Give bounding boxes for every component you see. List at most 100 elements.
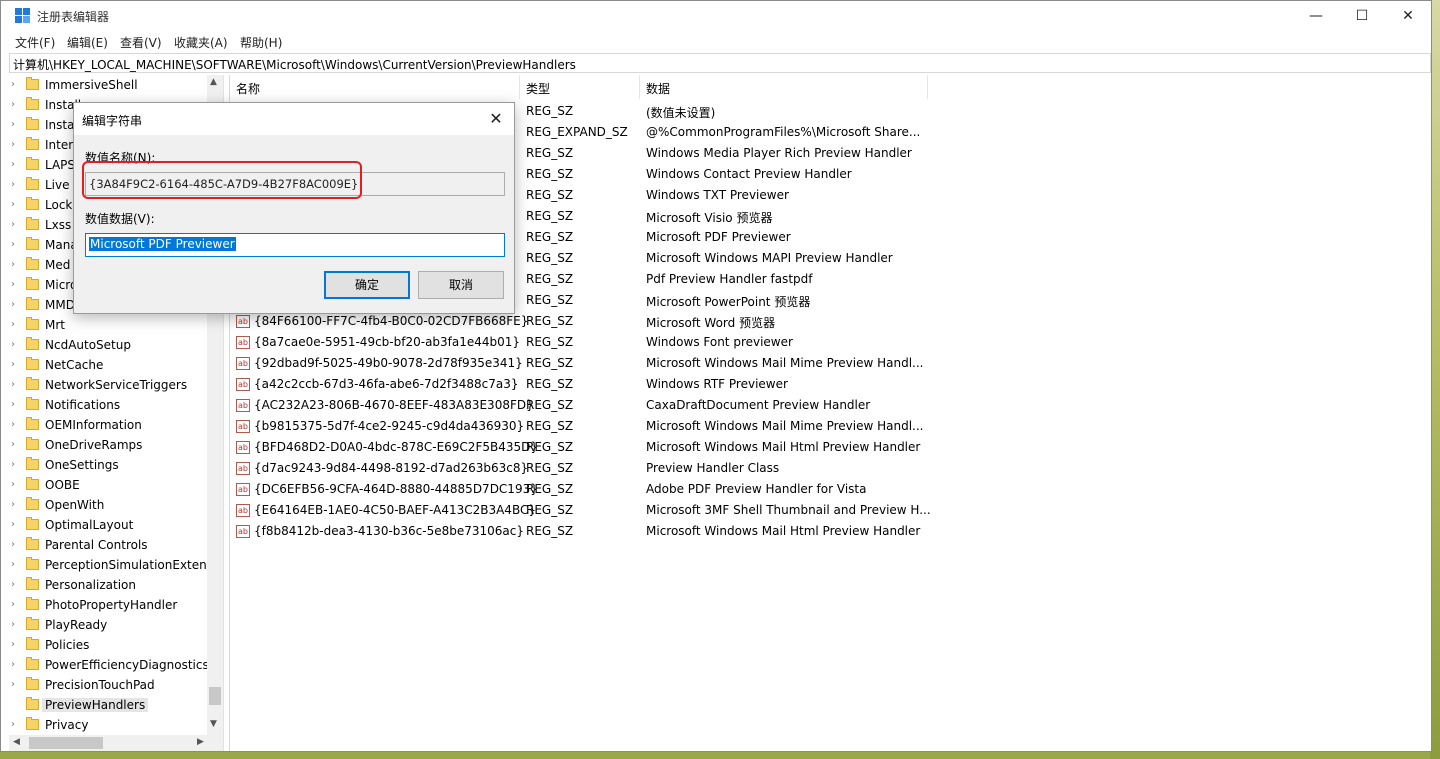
column-header-data[interactable]: 数据 bbox=[640, 75, 928, 99]
expand-chevron-icon[interactable]: › bbox=[11, 199, 19, 211]
expand-chevron-icon[interactable]: › bbox=[11, 299, 19, 311]
expand-chevron-icon[interactable]: › bbox=[11, 119, 19, 131]
value-row[interactable]: ab {8a7cae0e-5951-49cb-bf20-ab3fa1e44b01}… bbox=[230, 332, 930, 353]
tree-item[interactable]: › OpenWith bbox=[9, 496, 209, 516]
tree-item[interactable]: › OneDriveRamps bbox=[9, 436, 209, 456]
ok-button[interactable]: 确定 bbox=[324, 271, 410, 299]
expand-chevron-icon[interactable]: › bbox=[11, 679, 19, 691]
value-row[interactable]: ab {BFD468D2-D0A0-4bdc-878C-E69C2F5B435D}… bbox=[230, 437, 930, 458]
value-data-input[interactable]: Microsoft PDF Previewer bbox=[85, 233, 505, 257]
value-row[interactable]: ab {a42c2ccb-67d3-46fa-abe6-7d2f3488c7a3}… bbox=[230, 374, 930, 395]
maximize-button[interactable]: ☐ bbox=[1339, 1, 1385, 31]
column-header-type[interactable]: 类型 bbox=[520, 75, 640, 99]
expand-chevron-icon[interactable]: › bbox=[11, 359, 19, 371]
expand-chevron-icon[interactable]: › bbox=[11, 579, 19, 591]
tree-item-label: MMD bbox=[45, 298, 75, 312]
folder-icon bbox=[26, 397, 39, 410]
tree-item-label: ImmersiveShell bbox=[45, 78, 138, 92]
tree-item[interactable]: › PlayReady bbox=[9, 616, 209, 636]
expand-chevron-icon[interactable]: › bbox=[11, 379, 19, 391]
expand-chevron-icon[interactable]: › bbox=[11, 79, 19, 91]
value-row[interactable]: ab {b9815375-5d7f-4ce2-9245-c9d4da436930}… bbox=[230, 416, 930, 437]
value-type: REG_SZ bbox=[526, 167, 574, 181]
tree-item[interactable]: › OptimalLayout bbox=[9, 516, 209, 536]
scroll-up-icon[interactable]: ▲ bbox=[210, 77, 217, 87]
expand-chevron-icon[interactable]: › bbox=[11, 239, 19, 251]
menu-view[interactable]: 查看(V) bbox=[120, 34, 162, 51]
tree-item[interactable]: › NetCache bbox=[9, 356, 209, 376]
tree-item[interactable]: › NcdAutoSetup bbox=[9, 336, 209, 356]
tree-item[interactable]: › PerceptionSimulationExtensi bbox=[9, 556, 216, 576]
value-row[interactable]: ab {f8b8412b-dea3-4130-b36c-5e8be73106ac}… bbox=[230, 521, 930, 542]
tree-item[interactable]: › PhotoPropertyHandler bbox=[9, 596, 209, 616]
column-header-name[interactable]: 名称 bbox=[230, 75, 520, 99]
expand-chevron-icon[interactable]: › bbox=[11, 559, 19, 571]
value-row[interactable]: ab {84F66100-FF7C-4fb4-B0C0-02CD7FB668FE}… bbox=[230, 311, 930, 332]
value-row[interactable]: ab {AC232A23-806B-4670-8EEF-483A83E308FD}… bbox=[230, 395, 930, 416]
expand-chevron-icon[interactable]: › bbox=[11, 439, 19, 451]
value-row[interactable]: ab {DC6EFB56-9CFA-464D-8880-44885D7DC193}… bbox=[230, 479, 930, 500]
value-name: {E64164EB-1AE0-4C50-BAEF-A413C2B3A4BC} bbox=[254, 503, 536, 517]
value-row[interactable]: ab {d7ac9243-9d84-4498-8192-d7ad263b63c8}… bbox=[230, 458, 930, 479]
expand-chevron-icon[interactable]: › bbox=[11, 519, 19, 531]
scroll-left-icon[interactable]: ◀ bbox=[13, 737, 20, 747]
expand-chevron-icon[interactable]: › bbox=[11, 159, 19, 171]
scroll-thumb-horizontal[interactable] bbox=[29, 737, 103, 749]
expand-chevron-icon[interactable]: › bbox=[11, 419, 19, 431]
menu-edit[interactable]: 编辑(E) bbox=[67, 34, 108, 51]
tree-item[interactable]: › Personalization bbox=[9, 576, 209, 596]
tree-item[interactable]: › PrecisionTouchPad bbox=[9, 676, 209, 696]
expand-chevron-icon[interactable]: › bbox=[11, 459, 19, 471]
close-button[interactable]: ✕ bbox=[1385, 1, 1431, 31]
menu-file[interactable]: 文件(F) bbox=[15, 34, 55, 51]
value-row[interactable]: ab {E64164EB-1AE0-4C50-BAEF-A413C2B3A4BC}… bbox=[230, 500, 931, 521]
value-row[interactable]: ab {92dbad9f-5025-49b0-9078-2d78f935e341}… bbox=[230, 353, 930, 374]
expand-chevron-icon[interactable]: › bbox=[11, 139, 19, 151]
tree-item[interactable]: › PowerEfficiencyDiagnostics bbox=[9, 656, 209, 676]
tree-horizontal-scrollbar[interactable]: ◀ ▶ bbox=[9, 735, 223, 751]
expand-chevron-icon[interactable]: › bbox=[11, 319, 19, 331]
address-bar[interactable]: 计算机\HKEY_LOCAL_MACHINE\SOFTWARE\Microsof… bbox=[9, 53, 1431, 73]
string-value-icon: ab bbox=[236, 378, 250, 391]
tree-item[interactable]: › OneSettings bbox=[9, 456, 209, 476]
expand-chevron-icon[interactable]: › bbox=[11, 399, 19, 411]
scroll-right-icon[interactable]: ▶ bbox=[197, 737, 204, 747]
tree-item-label: Mrt bbox=[45, 318, 65, 332]
expand-chevron-icon[interactable]: › bbox=[11, 659, 19, 671]
expand-chevron-icon[interactable]: › bbox=[11, 279, 19, 291]
tree-item[interactable]: PreviewHandlers bbox=[9, 696, 209, 716]
tree-item-label: Lxss bbox=[45, 218, 72, 232]
tree-item[interactable]: › OEMInformation bbox=[9, 416, 209, 436]
value-data: Microsoft Windows Mail Mime Preview Hand… bbox=[646, 419, 924, 433]
scroll-down-icon[interactable]: ▼ bbox=[210, 719, 217, 729]
expand-chevron-icon[interactable]: › bbox=[11, 219, 19, 231]
menu-help[interactable]: 帮助(H) bbox=[240, 34, 282, 51]
tree-item[interactable]: › Parental Controls bbox=[9, 536, 209, 556]
tree-item[interactable]: › Notifications bbox=[9, 396, 209, 416]
expand-chevron-icon[interactable]: › bbox=[11, 539, 19, 551]
tree-item[interactable]: › OOBE bbox=[9, 476, 209, 496]
expand-chevron-icon[interactable]: › bbox=[11, 339, 19, 351]
expand-chevron-icon[interactable]: › bbox=[11, 639, 19, 651]
expand-chevron-icon[interactable]: › bbox=[11, 719, 19, 731]
tree-item[interactable]: › NetworkServiceTriggers bbox=[9, 376, 209, 396]
expand-chevron-icon[interactable]: › bbox=[11, 99, 19, 111]
expand-chevron-icon[interactable]: › bbox=[11, 259, 19, 271]
tree-item[interactable]: › ImmersiveShell bbox=[9, 76, 209, 96]
tree-item[interactable]: › Mrt bbox=[9, 316, 209, 336]
expand-chevron-icon[interactable]: › bbox=[11, 599, 19, 611]
expand-chevron-icon[interactable]: › bbox=[11, 479, 19, 491]
expand-chevron-icon[interactable]: › bbox=[11, 499, 19, 511]
expand-chevron-icon[interactable]: › bbox=[11, 179, 19, 191]
cancel-button[interactable]: 取消 bbox=[418, 271, 504, 299]
tree-item-label: OpenWith bbox=[45, 498, 105, 512]
menu-bar: 文件(F) 编辑(E) 查看(V) 收藏夹(A) 帮助(H) bbox=[1, 31, 1431, 51]
expand-chevron-icon[interactable]: › bbox=[11, 619, 19, 631]
tree-item[interactable]: › Policies bbox=[9, 636, 209, 656]
tree-item[interactable]: › Privacy bbox=[9, 716, 209, 736]
folder-icon bbox=[26, 197, 39, 210]
menu-favorites[interactable]: 收藏夹(A) bbox=[174, 34, 228, 51]
dialog-close-icon[interactable]: ✕ bbox=[484, 107, 508, 131]
minimize-button[interactable]: — bbox=[1293, 1, 1339, 31]
scroll-thumb[interactable] bbox=[209, 687, 221, 705]
